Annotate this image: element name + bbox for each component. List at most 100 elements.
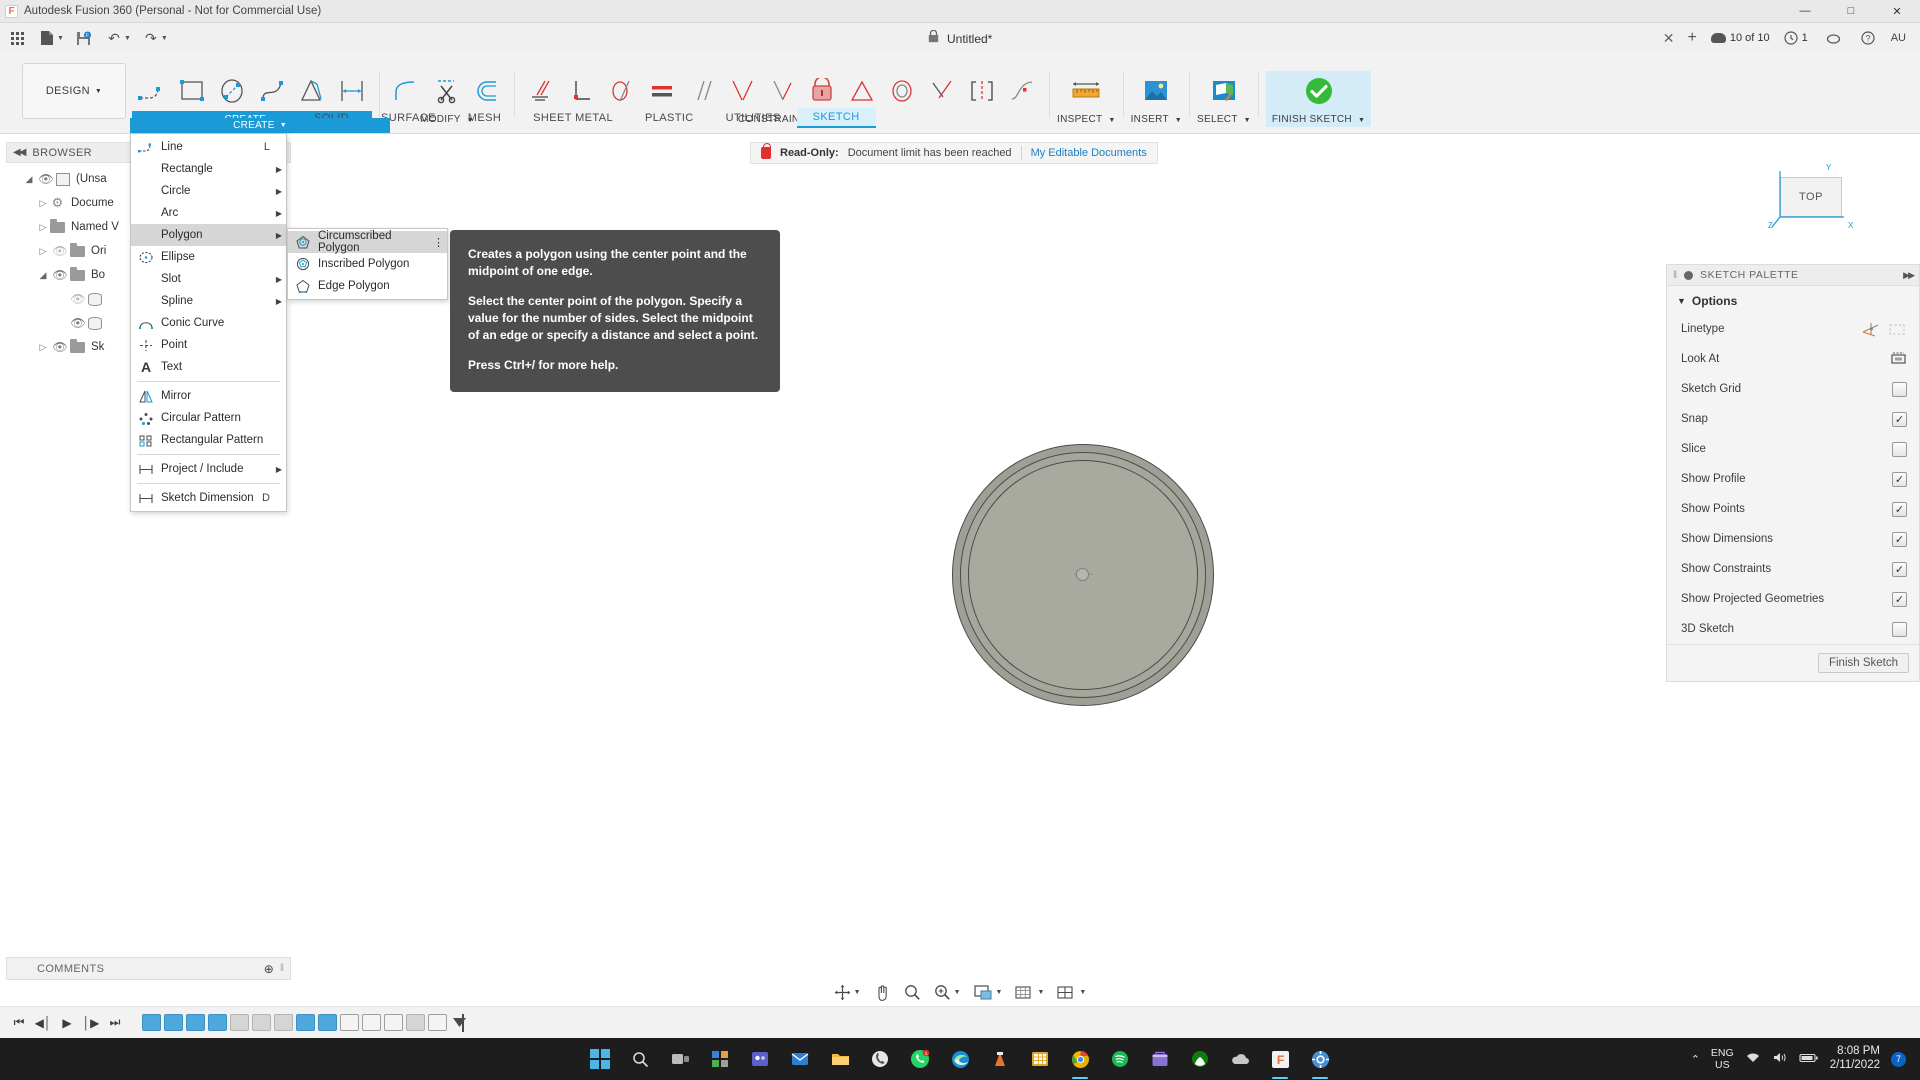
create-menu-header[interactable]: CREATE ▼ (130, 118, 390, 133)
tangent-constraint-icon[interactable] (602, 71, 642, 111)
editable-documents-link[interactable]: My Editable Documents (1031, 147, 1147, 159)
expand-triangle-icon[interactable]: ◢ (36, 270, 50, 281)
excel-button[interactable] (1025, 1044, 1055, 1074)
visibility-eye-icon[interactable]: 👁 (50, 268, 70, 282)
onedrive-button[interactable] (1225, 1044, 1255, 1074)
menu-item-arc[interactable]: Arc ▶ (131, 202, 286, 224)
timeline-feature[interactable] (340, 1014, 359, 1031)
menu-item-circle[interactable]: Circle ▶ (131, 180, 286, 202)
document-tab[interactable]: Untitled* (928, 30, 993, 46)
offset-tool-icon[interactable] (467, 71, 507, 111)
menu-item-sketch-dimension[interactable]: Sketch Dimension D (131, 487, 286, 509)
tab-mesh[interactable]: MESH (452, 109, 517, 128)
menu-item-project-include[interactable]: Project / Include ▶ (131, 458, 286, 480)
arc-tool-icon[interactable] (252, 71, 292, 111)
linetype-construction-icon[interactable] (1888, 322, 1907, 337)
expand-triangle-icon[interactable]: ▷ (36, 198, 50, 209)
timeline-play[interactable]: ▶ (56, 1016, 78, 1030)
fusion360-button[interactable]: F (1265, 1044, 1295, 1074)
polygon-tool-icon[interactable] (292, 71, 332, 111)
new-tab-icon[interactable]: + (1682, 29, 1701, 47)
select-panel-button[interactable]: SELECT ▼ (1197, 111, 1251, 127)
pan-orbit-tool[interactable]: ▼ (829, 979, 866, 1005)
visibility-eye-off-icon[interactable]: 👁 (68, 292, 88, 306)
menu-item-spline[interactable]: Spline ▶ (131, 290, 286, 312)
tab-sketch[interactable]: SKETCH (797, 108, 876, 128)
palette-options-section-header[interactable]: ▼ Options (1667, 286, 1919, 314)
menu-item-rectangle[interactable]: Rectangle ▶ (131, 158, 286, 180)
settings-button[interactable] (1305, 1044, 1335, 1074)
edge-button[interactable] (945, 1044, 975, 1074)
job-status-icon[interactable] (1821, 25, 1847, 51)
show-constraints-checkbox[interactable]: ✓ (1892, 562, 1907, 577)
start-button[interactable] (585, 1044, 615, 1074)
expand-triangle-icon[interactable]: ▷ (36, 222, 50, 233)
pan-tool[interactable] (869, 979, 896, 1005)
select-tool-icon[interactable] (1204, 71, 1244, 111)
apps-grid-icon[interactable] (4, 25, 30, 51)
snap-checkbox[interactable]: ✓ (1892, 412, 1907, 427)
spotify-button[interactable] (1105, 1044, 1135, 1074)
look-at-icon[interactable] (1890, 350, 1907, 365)
language-indicator[interactable]: ENG US (1711, 1047, 1734, 1071)
expand-triangle-icon[interactable]: ▷ (36, 342, 50, 353)
menu-item-edge-polygon[interactable]: Edge Polygon (288, 275, 447, 297)
visibility-eye-icon[interactable]: 👁 (50, 340, 70, 354)
tab-plastic[interactable]: PLASTIC (629, 109, 710, 128)
symmetry-constraint-icon[interactable] (842, 71, 882, 111)
zoom-menu[interactable]: ▼ (929, 979, 966, 1005)
parallel-constraint-icon[interactable] (682, 71, 722, 111)
timeline-feature[interactable] (362, 1014, 381, 1031)
timeline-feature[interactable] (186, 1014, 205, 1031)
timeline-step-back[interactable]: ◀│ (32, 1016, 54, 1030)
midpoint-constraint-icon[interactable] (962, 71, 1002, 111)
expand-triangle-icon[interactable]: ◢ (22, 174, 36, 185)
menu-item-polygon[interactable]: Polygon ▶ (131, 224, 286, 246)
menu-item-line[interactable]: Line L (131, 136, 286, 158)
clock[interactable]: 8:08 PM 2/11/2022 (1830, 1045, 1880, 1073)
timeline-feature[interactable] (296, 1014, 315, 1031)
line-tool-icon[interactable] (132, 71, 172, 111)
circle-tool-icon[interactable] (212, 71, 252, 111)
timeline-feature[interactable] (164, 1014, 183, 1031)
panel-finish-sketch[interactable]: FINISH SKETCH ▼ (1266, 71, 1371, 127)
timeline-feature[interactable] (208, 1014, 227, 1031)
notifications-indicator[interactable]: 1 (1779, 31, 1813, 45)
timeline-go-to-beginning[interactable]: ⏮ (8, 1015, 30, 1030)
vertical-horizontal-constraint-icon[interactable] (762, 71, 802, 111)
redo-caret-icon[interactable]: ▼ (161, 35, 168, 42)
timeline-step-forward[interactable]: │▶ (80, 1016, 102, 1030)
center-point[interactable] (1076, 568, 1089, 581)
battery-icon[interactable] (1799, 1052, 1819, 1067)
minimize-button[interactable]: — (1782, 0, 1828, 23)
show-points-checkbox[interactable]: ✓ (1892, 502, 1907, 517)
palette-drag-handle[interactable]: ‖ (1673, 270, 1677, 281)
visibility-eye-icon[interactable]: 👁 (36, 172, 56, 186)
menu-item-slot[interactable]: Slot ▶ (131, 268, 286, 290)
3d-sketch-checkbox[interactable] (1892, 622, 1907, 637)
timeline-feature[interactable] (428, 1014, 447, 1031)
notification-badge[interactable]: 7 (1891, 1052, 1906, 1067)
menu-item-circular-pattern[interactable]: Circular Pattern (131, 407, 286, 429)
show-profile-checkbox[interactable]: ✓ (1892, 472, 1907, 487)
create-dropdown-menu[interactable]: Line L Rectangle ▶ Circle ▶ Arc ▶ Polygo… (130, 133, 287, 512)
new-document-caret-icon[interactable]: ▼ (57, 35, 64, 42)
curvature-constraint-icon[interactable] (1002, 71, 1042, 111)
viewports[interactable]: ▼ (1052, 979, 1091, 1005)
undo-caret-icon[interactable]: ▼ (124, 35, 131, 42)
ground-constraint-icon[interactable] (522, 71, 562, 111)
whatsapp2-button[interactable] (865, 1044, 895, 1074)
view-cube[interactable]: TOP Y Z X (1766, 159, 1858, 237)
timeline-marker[interactable] (453, 1018, 466, 1027)
expand-triangle-icon[interactable]: ▷ (36, 246, 50, 257)
finish-sketch-panel-button[interactable]: FINISH SKETCH ▼ (1272, 111, 1365, 127)
document-count-indicator[interactable]: 10 of 10 (1706, 32, 1775, 44)
timeline-feature[interactable] (384, 1014, 403, 1031)
search-button[interactable] (625, 1044, 655, 1074)
finish-sketch-button[interactable]: Finish Sketch (1818, 653, 1909, 673)
concentric-constraint-icon[interactable] (882, 71, 922, 111)
add-comment-icon[interactable]: ⊕ (264, 962, 274, 976)
menu-item-circumscribed-polygon[interactable]: Circumscribed Polygon ⋮ (288, 231, 447, 253)
equal-constraint-icon[interactable] (642, 71, 682, 111)
trim-tool-icon[interactable] (427, 71, 467, 111)
